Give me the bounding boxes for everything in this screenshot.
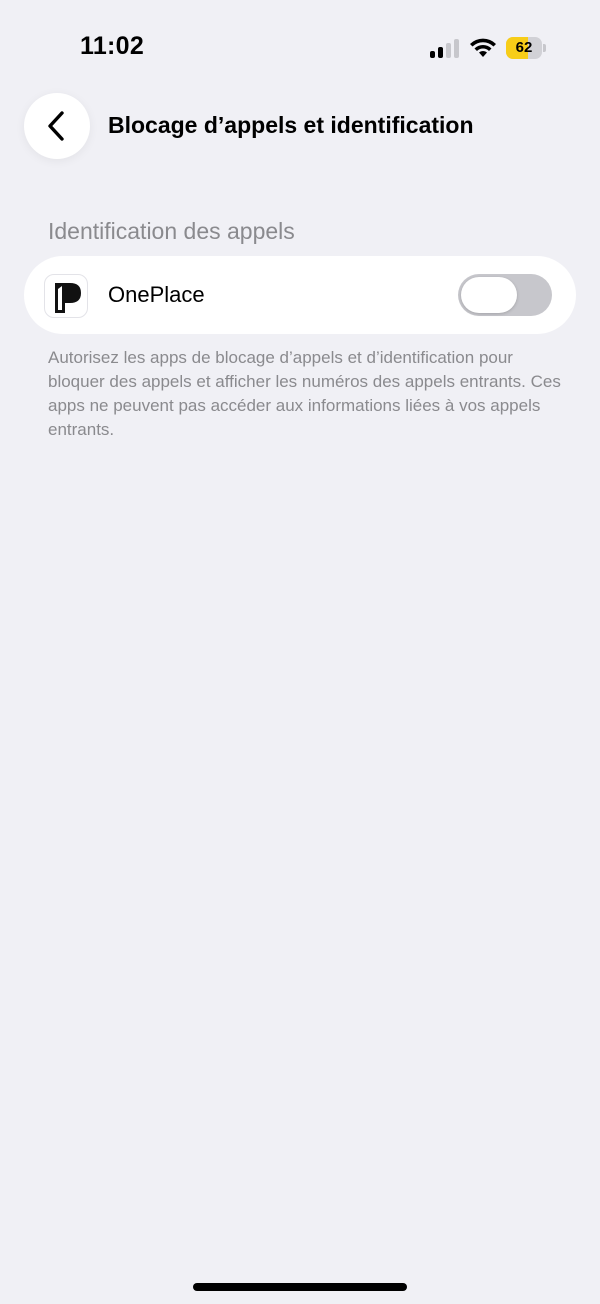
app-name-label: OnePlace: [108, 282, 205, 307]
status-time: 11:02: [80, 32, 145, 60]
oneplace-toggle[interactable]: [458, 274, 552, 316]
oneplace-app-icon: [44, 274, 88, 318]
back-button[interactable]: [24, 93, 90, 159]
toggle-knob: [461, 277, 517, 313]
wifi-icon: [469, 36, 497, 58]
cellular-signal-icon: [430, 38, 460, 58]
battery-level: 62: [515, 39, 533, 56]
section-header: Identification des appels: [48, 218, 295, 244]
battery-icon: 62: [506, 37, 546, 59]
screen: 11:02 62 Blocage d’appels et identificat…: [0, 0, 600, 1304]
app-list-card: OnePlace: [24, 256, 576, 334]
page-title: Blocage d’appels et identification: [108, 112, 474, 138]
chevron-left-icon: [48, 111, 64, 141]
section-footer: Autorisez les apps de blocage d’appels e…: [48, 348, 561, 439]
home-indicator[interactable]: [193, 1283, 407, 1291]
